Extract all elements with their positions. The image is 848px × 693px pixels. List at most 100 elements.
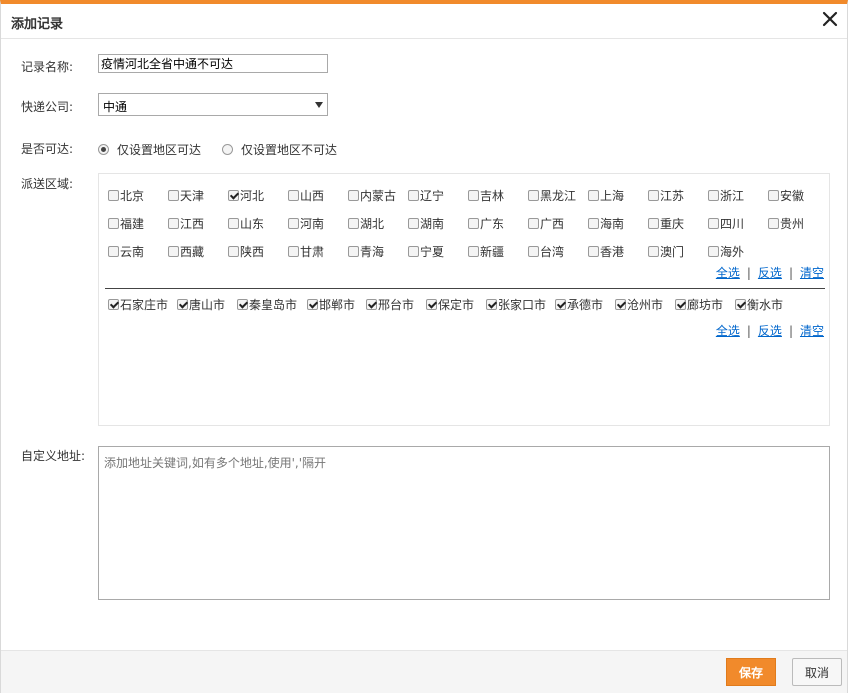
checkbox[interactable] [307,299,318,310]
checkbox[interactable] [528,190,539,201]
radio-unreachable[interactable]: 仅设置地区不可达 [222,141,337,158]
region-checkbox-item[interactable]: 宁夏 [408,243,444,260]
city-checkbox-item[interactable]: 沧州市 [615,296,663,313]
region-checkbox-item[interactable]: 重庆 [648,215,684,232]
checkbox[interactable] [615,299,626,310]
clear-link[interactable]: 清空 [800,266,824,280]
checkbox[interactable] [486,299,497,310]
region-checkbox-item[interactable]: 上海 [588,187,624,204]
checkbox[interactable] [366,299,377,310]
checkbox[interactable] [408,190,419,201]
region-checkbox-item[interactable]: 河南 [288,215,324,232]
city-checkbox-item[interactable]: 邢台市 [366,296,414,313]
region-checkbox-item[interactable]: 甘肃 [288,243,324,260]
region-checkbox-item[interactable]: 湖北 [348,215,384,232]
checkbox[interactable] [408,246,419,257]
checkbox[interactable] [108,299,119,310]
cancel-button[interactable]: 取消 [792,658,842,686]
checkbox[interactable] [288,218,299,229]
checkbox[interactable] [555,299,566,310]
city-checkbox-item[interactable]: 衡水市 [735,296,783,313]
select-all-link[interactable]: 全选 [716,324,740,338]
region-checkbox-item[interactable]: 广东 [468,215,504,232]
radio-reachable[interactable]: 仅设置地区可达 [98,141,201,158]
region-checkbox-item[interactable]: 天津 [168,187,204,204]
region-checkbox-item[interactable]: 新疆 [468,243,504,260]
region-checkbox-item[interactable]: 福建 [108,215,144,232]
checkbox[interactable] [228,190,239,201]
checkbox[interactable] [468,218,479,229]
checkbox[interactable] [588,190,599,201]
checkbox[interactable] [168,246,179,257]
region-checkbox-item[interactable]: 江苏 [648,187,684,204]
region-checkbox-item[interactable]: 云南 [108,243,144,260]
checkbox[interactable] [426,299,437,310]
checkbox[interactable] [588,246,599,257]
region-checkbox-item[interactable]: 贵州 [768,215,804,232]
region-checkbox-item[interactable]: 陕西 [228,243,264,260]
region-checkbox-item[interactable]: 广西 [528,215,564,232]
city-checkbox-item[interactable]: 承德市 [555,296,603,313]
radio-button[interactable] [98,144,109,155]
region-checkbox-item[interactable]: 山东 [228,215,264,232]
checkbox[interactable] [708,246,719,257]
region-checkbox-item[interactable]: 四川 [708,215,744,232]
checkbox[interactable] [708,218,719,229]
region-checkbox-item[interactable]: 江西 [168,215,204,232]
checkbox[interactable] [348,246,359,257]
checkbox[interactable] [468,190,479,201]
checkbox[interactable] [588,218,599,229]
checkbox[interactable] [768,218,779,229]
region-checkbox-item[interactable]: 内蒙古 [348,187,396,204]
region-checkbox-item[interactable]: 湖南 [408,215,444,232]
checkbox[interactable] [348,218,359,229]
invert-link[interactable]: 反选 [758,266,782,280]
checkbox[interactable] [228,218,239,229]
region-checkbox-item[interactable]: 台湾 [528,243,564,260]
region-checkbox-item[interactable]: 海南 [588,215,624,232]
region-checkbox-item[interactable]: 澳门 [648,243,684,260]
checkbox[interactable] [708,190,719,201]
checkbox[interactable] [108,246,119,257]
city-checkbox-item[interactable]: 石家庄市 [108,296,168,313]
region-checkbox-item[interactable]: 香港 [588,243,624,260]
checkbox[interactable] [468,246,479,257]
checkbox[interactable] [237,299,248,310]
close-icon[interactable] [819,8,841,30]
region-checkbox-item[interactable]: 山西 [288,187,324,204]
city-checkbox-item[interactable]: 保定市 [426,296,474,313]
express-company-select[interactable]: 中通 [98,93,328,116]
region-checkbox-item[interactable]: 青海 [348,243,384,260]
region-checkbox-item[interactable]: 吉林 [468,187,504,204]
checkbox[interactable] [228,246,239,257]
checkbox[interactable] [648,246,659,257]
checkbox[interactable] [408,218,419,229]
region-checkbox-item[interactable]: 安徽 [768,187,804,204]
checkbox[interactable] [108,218,119,229]
select-all-link[interactable]: 全选 [716,266,740,280]
checkbox[interactable] [735,299,746,310]
region-checkbox-item[interactable]: 辽宁 [408,187,444,204]
city-checkbox-item[interactable]: 廊坊市 [675,296,723,313]
checkbox[interactable] [768,190,779,201]
city-checkbox-item[interactable]: 张家口市 [486,296,546,313]
checkbox[interactable] [168,190,179,201]
checkbox[interactable] [528,246,539,257]
city-checkbox-item[interactable]: 秦皇岛市 [237,296,297,313]
region-checkbox-item[interactable]: 黑龙江 [528,187,576,204]
checkbox[interactable] [168,218,179,229]
checkbox[interactable] [288,246,299,257]
region-checkbox-item[interactable]: 北京 [108,187,144,204]
checkbox[interactable] [675,299,686,310]
region-checkbox-item[interactable]: 西藏 [168,243,204,260]
checkbox[interactable] [288,190,299,201]
radio-button[interactable] [222,144,233,155]
region-checkbox-item[interactable]: 海外 [708,243,744,260]
checkbox[interactable] [348,190,359,201]
checkbox[interactable] [528,218,539,229]
region-checkbox-item[interactable]: 浙江 [708,187,744,204]
clear-link[interactable]: 清空 [800,324,824,338]
city-checkbox-item[interactable]: 邯郸市 [307,296,355,313]
save-button[interactable]: 保存 [726,658,776,686]
checkbox[interactable] [177,299,188,310]
